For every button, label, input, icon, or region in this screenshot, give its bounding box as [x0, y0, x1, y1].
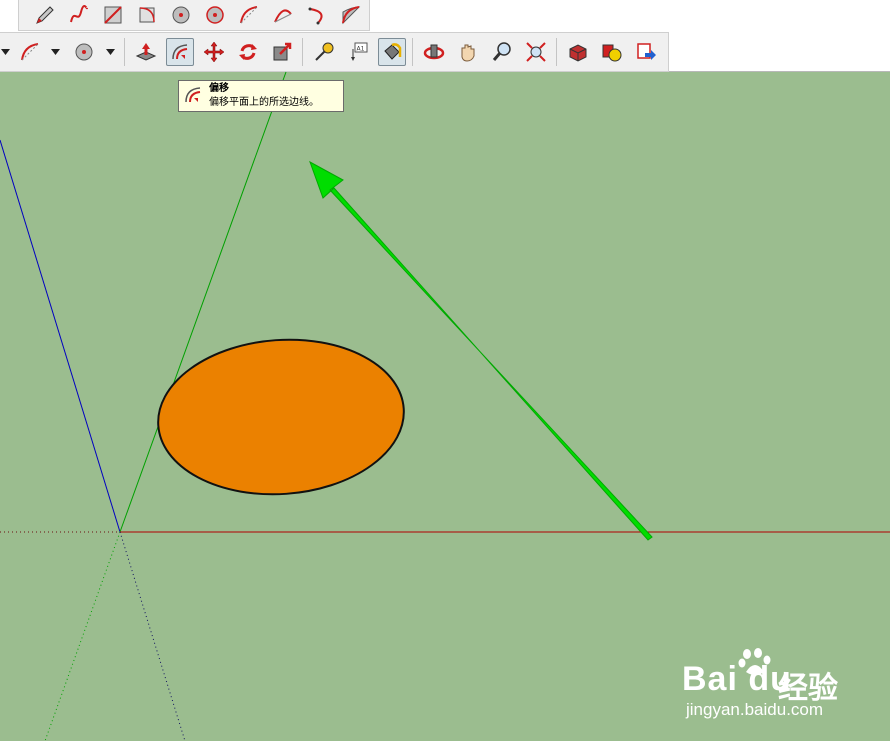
offset-tooltip: 偏移 偏移平面上的所选边线。: [178, 80, 344, 112]
tooltip-title: 偏移: [209, 83, 229, 94]
canvas-background: [0, 72, 890, 741]
watermark-logo: Bai du: [682, 660, 792, 698]
offset-icon: [185, 87, 201, 103]
watermark-url: jingyan.baidu.com: [686, 700, 824, 719]
tooltip-description: 偏移平面上的所选边线。: [209, 97, 319, 108]
baidu-jingyan-watermark: Bai du 经验 jingyan.baidu.com: [682, 648, 882, 728]
drawing-canvas[interactable]: [0, 0, 890, 741]
